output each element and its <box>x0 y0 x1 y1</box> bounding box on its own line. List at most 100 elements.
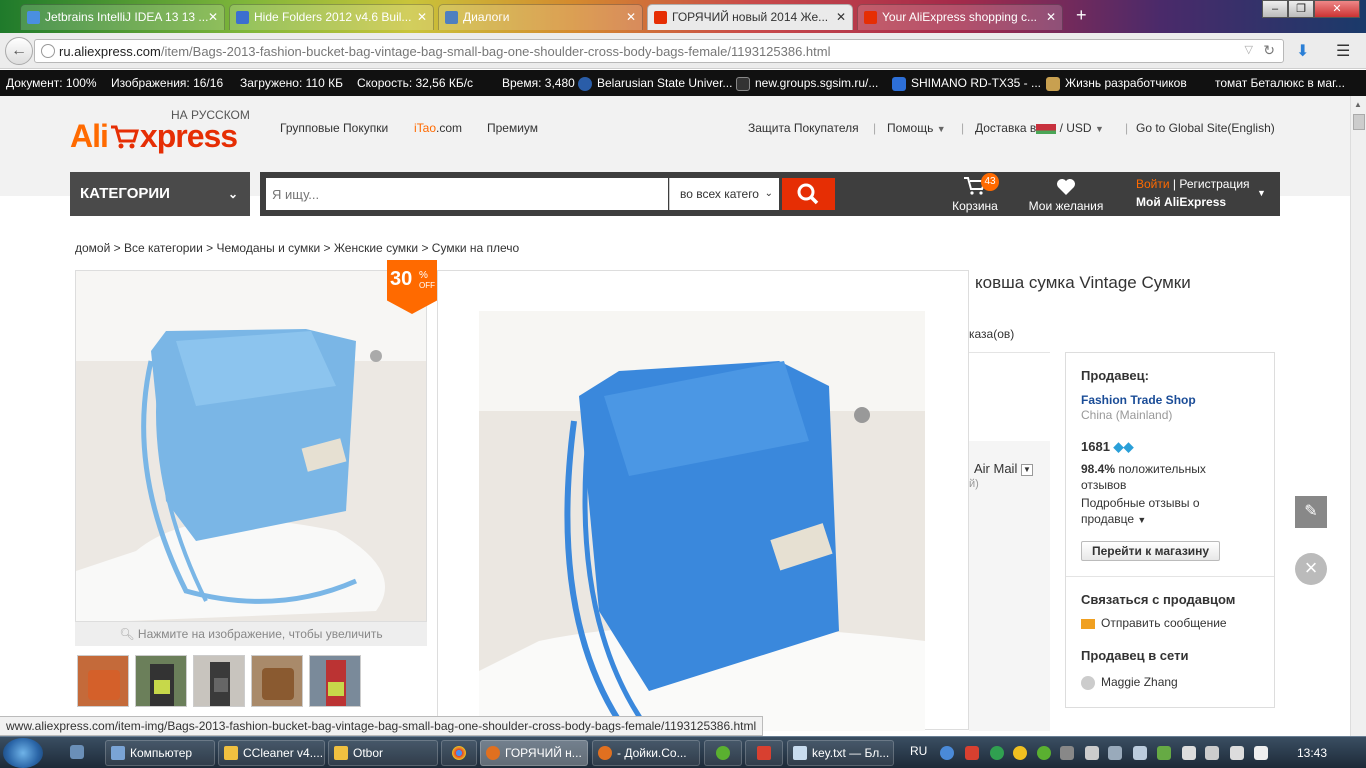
bookmark-item[interactable]: Жизнь разработчиков <box>1046 70 1187 96</box>
divider <box>969 352 1050 353</box>
tab-aliexpress-cart[interactable]: Your AliExpress shopping c... ✕ <box>857 4 1063 30</box>
clock[interactable]: 13:43 <box>1297 737 1327 768</box>
menu-icon[interactable]: ☰ <box>1336 41 1350 61</box>
caret-down-icon: ▼ <box>1094 124 1104 134</box>
search-category-select[interactable]: во всех катего ⌄ <box>669 178 779 210</box>
show-desktop-icon[interactable] <box>70 745 84 759</box>
search-input[interactable] <box>266 178 668 210</box>
taskbar-notepad[interactable]: key.txt — Бл... <box>787 740 894 766</box>
thumbnail-4[interactable] <box>251 655 303 707</box>
tab-close-icon[interactable]: ✕ <box>626 5 636 29</box>
search-button[interactable] <box>782 178 835 210</box>
signal-icon[interactable] <box>1230 746 1244 760</box>
tab-favicon-icon <box>445 11 458 24</box>
signin-link[interactable]: Войти <box>1136 177 1170 191</box>
dropdown-arrow-icon[interactable]: ▽ <box>1245 43 1253 56</box>
nvidia-icon[interactable] <box>1157 746 1171 760</box>
tab-aliexpress-product[interactable]: ГОРЯЧИЙ новый 2014 Же... ✕ <box>647 4 853 30</box>
back-button[interactable]: ← <box>5 37 33 65</box>
action-center-icon[interactable] <box>1182 746 1196 760</box>
taskbar-computer[interactable]: Компьютер <box>105 740 215 766</box>
chevron-down-icon: ⌄ <box>227 187 238 201</box>
categories-button[interactable]: КАТЕГОРИИ ⌄ <box>70 172 250 216</box>
register-link[interactable]: Регистрация <box>1179 177 1249 191</box>
thumbnail-3[interactable] <box>193 655 245 707</box>
thumbnail-1[interactable] <box>77 655 129 707</box>
close-window-button[interactable]: ✕ <box>1314 0 1360 18</box>
tray-app-icon[interactable] <box>1108 746 1122 760</box>
shop-name-link[interactable]: Fashion Trade Shop <box>1081 393 1196 407</box>
thumbnail-image <box>262 668 294 700</box>
address-bar[interactable]: ru.aliexpress.com/item/Bags-2013-fashion… <box>34 39 1284 63</box>
new-tab-button[interactable]: + <box>1076 6 1087 24</box>
utorrent-tray-icon[interactable] <box>1037 746 1051 760</box>
scroll-up-icon[interactable]: ▲ <box>1354 100 1362 109</box>
account-menu[interactable]: Войти | Регистрация Мой AliExpress <box>1136 177 1250 209</box>
diamond-icon: ◆◆ <box>1113 439 1134 454</box>
bookmark-item[interactable]: Belarusian State Univer... <box>578 70 732 96</box>
download-icon[interactable]: ⬇ <box>1296 41 1309 61</box>
ship-to-menu[interactable]: Доставка в / USD ▼ <box>975 121 1104 135</box>
tray-app-icon[interactable] <box>1060 746 1074 760</box>
maximize-button[interactable]: ❐ <box>1288 0 1314 18</box>
send-message-link[interactable]: Отправить сообщение <box>1081 616 1227 630</box>
bookmark-item[interactable]: new.groups.sgsim.ru/... <box>736 70 878 96</box>
scrollbar-thumb[interactable] <box>1353 114 1365 130</box>
seller-score[interactable]: 1681 ◆◆ <box>1081 439 1134 455</box>
reload-icon[interactable]: ↻ <box>1263 42 1275 59</box>
tray-app-icon[interactable] <box>1133 746 1147 760</box>
minimize-button[interactable]: – <box>1262 0 1288 18</box>
page-scrollbar[interactable]: ▲ <box>1350 96 1366 736</box>
taskbar-firefox-aliexpress[interactable]: ГОРЯЧИЙ н... <box>480 740 588 766</box>
taskbar-app[interactable] <box>745 740 783 766</box>
online-seller-item[interactable]: Maggie Zhang <box>1081 675 1178 690</box>
caret-down-icon[interactable]: ▼ <box>1257 188 1266 198</box>
edit-pencil-button[interactable]: ✎ <box>1295 496 1327 528</box>
tab-label: Hide Folders 2012 v4.6 Buil... <box>254 10 412 24</box>
taskbar-ccleaner[interactable]: CCleaner v4.... <box>218 740 325 766</box>
taskbar-otbor[interactable]: Otbor <box>328 740 438 766</box>
tab-dialogi[interactable]: Диалоги ✕ <box>438 4 643 30</box>
help-menu[interactable]: Помощь ▼ <box>887 121 946 135</box>
status-images: Изображения: 16/16 <box>111 76 224 90</box>
aliexpress-logo[interactable]: Ali xpress <box>70 118 238 155</box>
buyer-protection-link[interactable]: Защита Покупателя <box>748 121 859 135</box>
tray-app-icon[interactable] <box>1013 746 1027 760</box>
taskbar-firefox-other[interactable]: - Дойки.Со... <box>592 740 700 766</box>
taskbar-utorrent[interactable] <box>704 740 742 766</box>
thumbnail-5[interactable] <box>309 655 361 707</box>
shipping-method-select[interactable]: Air Mail ▼ <box>974 461 1033 476</box>
wishlist-link[interactable]: Мои желания <box>1024 178 1108 213</box>
nav-premium[interactable]: Премиум <box>487 121 538 135</box>
nav-itao[interactable]: iTao.com <box>414 121 462 135</box>
close-float-button[interactable]: × <box>1295 553 1327 585</box>
tray-app-icon[interactable] <box>990 746 1004 760</box>
zoom-hint[interactable]: 🔍︎ Нажмите на изображение, чтобы увеличи… <box>75 622 427 646</box>
bookmark-item[interactable]: SHIMANO RD-TX35 - ... <box>892 70 1041 96</box>
go-to-store-button[interactable]: Перейти к магазину <box>1081 541 1221 561</box>
taskbar-chrome[interactable] <box>441 740 477 766</box>
zoomed-bag-image <box>479 311 925 731</box>
language-indicator[interactable]: RU <box>910 737 927 765</box>
network-icon[interactable] <box>940 746 954 760</box>
positive-feedback: 98.4% положительных отзывов <box>1081 462 1206 492</box>
tab-hide-folders[interactable]: Hide Folders 2012 v4.6 Buil... ✕ <box>229 4 434 30</box>
tab-close-icon[interactable]: ✕ <box>417 5 427 29</box>
product-main-image[interactable] <box>75 270 427 622</box>
nav-group-buy[interactable]: Групповые Покупки <box>280 121 388 135</box>
detailed-reviews-toggle[interactable]: Подробные отзывы о продавце ▼ <box>1081 495 1200 528</box>
tray-app-icon[interactable] <box>1085 746 1099 760</box>
my-aliexpress-label[interactable]: Мой AliExpress <box>1136 195 1250 209</box>
breadcrumb[interactable]: домой > Все категории > Чемоданы и сумки… <box>75 241 519 255</box>
tab-close-icon[interactable]: ✕ <box>1046 5 1056 29</box>
tray-app-icon[interactable] <box>965 746 979 760</box>
volume-icon[interactable] <box>1254 746 1268 760</box>
tab-intellij[interactable]: Jetbrains IntelliJ IDEA 13 13 ... ✕ <box>20 4 225 30</box>
start-button[interactable] <box>3 738 43 768</box>
global-site-link[interactable]: Go to Global Site(English) <box>1136 121 1275 135</box>
tab-close-icon[interactable]: ✕ <box>836 5 846 29</box>
tab-close-icon[interactable]: ✕ <box>208 5 218 29</box>
tray-app-icon[interactable] <box>1205 746 1219 760</box>
firefox-icon <box>486 746 500 760</box>
thumbnail-2[interactable] <box>135 655 187 707</box>
